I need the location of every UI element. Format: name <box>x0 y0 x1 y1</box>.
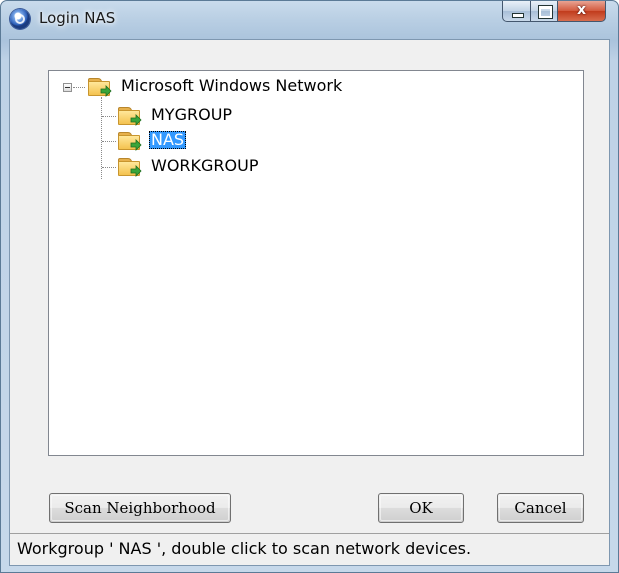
tree-connector-line <box>102 167 116 168</box>
status-bar: Workgroup ' NAS ', double click to scan … <box>10 533 609 565</box>
network-folder-icon <box>117 130 142 151</box>
tree-connector-line <box>73 87 85 88</box>
tree-item-workgroup[interactable]: WORKGROUP <box>151 157 259 175</box>
caption-buttons: x <box>502 1 606 23</box>
ok-label: OK <box>409 499 433 517</box>
cancel-button[interactable]: Cancel <box>497 493 584 523</box>
tree-item-nas[interactable]: NAS <box>149 131 187 149</box>
ok-button[interactable]: OK <box>378 493 464 523</box>
window-title: Login NAS <box>39 9 116 27</box>
close-button[interactable]: x <box>558 1 606 22</box>
dialog-client-area: Microsoft Windows Network MYGROUP NAS WO… <box>9 39 610 566</box>
title-bar[interactable]: Login NAS x <box>1 1 618 39</box>
network-folder-icon <box>117 105 142 126</box>
status-text: Workgroup ' NAS ', double click to scan … <box>17 539 472 558</box>
tree-item-mygroup[interactable]: MYGROUP <box>151 106 232 124</box>
minimize-button[interactable] <box>502 1 531 22</box>
network-folder-icon <box>117 156 142 177</box>
close-icon: x <box>576 2 587 18</box>
maximize-button[interactable] <box>531 1 558 22</box>
network-folder-icon <box>87 76 112 97</box>
scan-neighborhood-label: Scan Neighborhood <box>64 499 216 517</box>
tree-connector-line <box>102 141 116 142</box>
tree-connector-line <box>102 116 116 117</box>
tree-root-label[interactable]: Microsoft Windows Network <box>121 77 342 95</box>
app-globe-icon <box>10 9 30 29</box>
minimize-icon <box>512 13 524 18</box>
maximize-icon <box>538 5 553 19</box>
tree-collapse-toggle[interactable] <box>63 83 72 92</box>
login-nas-window: Login NAS x Microsoft Windows Network MY… <box>0 0 619 573</box>
network-tree-view[interactable]: Microsoft Windows Network MYGROUP NAS WO… <box>48 70 584 456</box>
scan-neighborhood-button[interactable]: Scan Neighborhood <box>49 493 231 523</box>
cancel-label: Cancel <box>514 499 567 517</box>
